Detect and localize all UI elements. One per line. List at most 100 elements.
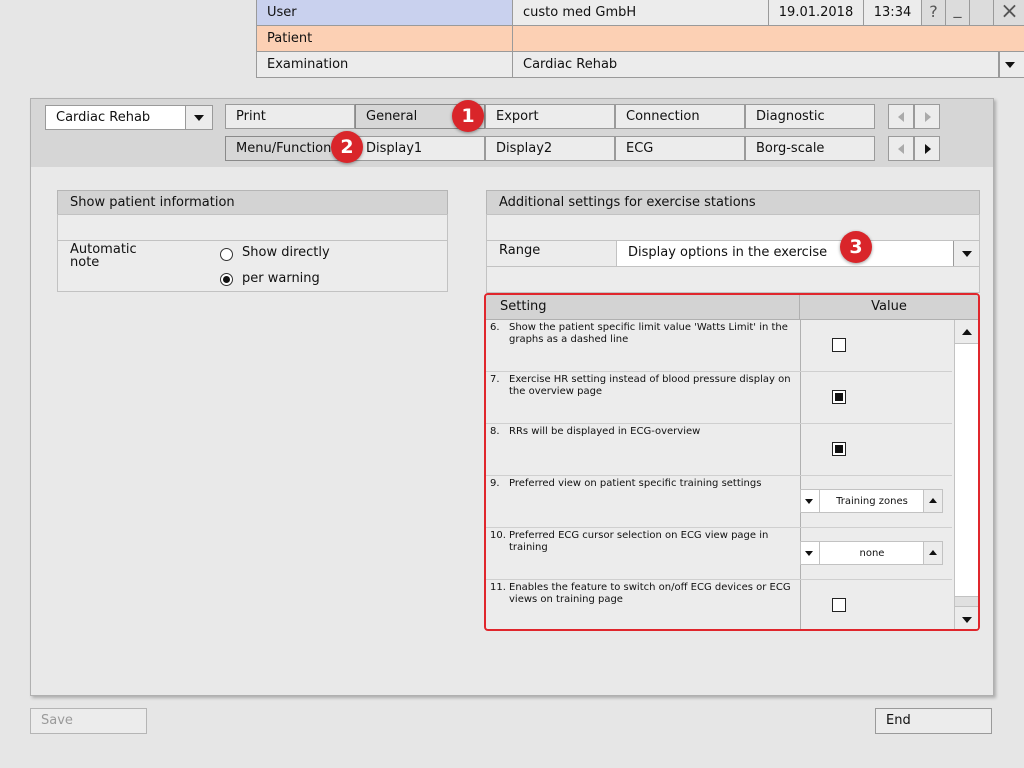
chevron-down-icon [805, 499, 813, 504]
ecg-cursor-down-button[interactable] [800, 541, 820, 565]
table-scrollbar[interactable] [954, 320, 978, 629]
settings-rows: 6. Show the patient specific limit value… [486, 320, 952, 629]
end-button[interactable]: End [875, 708, 992, 734]
row-number: 6. [490, 322, 500, 333]
tabs-row2-next-button[interactable] [914, 136, 940, 161]
exercise-spacer [486, 214, 980, 241]
minimize-button[interactable]: _ [945, 0, 969, 26]
row-text: Show the patient specific limit value 'W… [509, 322, 788, 345]
tabs-row2-prev-button[interactable] [888, 136, 914, 161]
training-view-value[interactable]: Training zones [820, 489, 924, 513]
chevron-up-icon [929, 550, 937, 555]
patient-info-spacer [57, 214, 448, 241]
value-cell [800, 424, 952, 475]
blank-header-button[interactable] [969, 0, 993, 26]
tab-export[interactable]: Export [485, 104, 615, 129]
settings-table: Setting Value 6. Show the patient specif… [484, 293, 980, 631]
setting-column-header: Setting [486, 295, 800, 320]
callout-badge-3: 3 [840, 231, 872, 263]
close-button[interactable]: × [993, 0, 1024, 26]
range-label: Range [499, 243, 541, 258]
range-spacer [486, 266, 980, 293]
arrow-right-icon [925, 112, 931, 122]
tab-connection[interactable]: Connection [615, 104, 745, 129]
tabs-row1-prev-button[interactable] [888, 104, 914, 129]
patient-label: Patient [257, 26, 513, 52]
table-row: 10. Preferred ECG cursor selection on EC… [486, 528, 952, 580]
callout-badge-1: 1 [452, 100, 484, 132]
radio-per-warning[interactable] [220, 273, 233, 286]
checkbox-ecg-switch[interactable] [832, 598, 846, 612]
value-cell [800, 372, 952, 423]
row-number: 10. [490, 530, 506, 541]
header-date: 19.01.2018 [769, 0, 864, 26]
radio-show-directly[interactable] [220, 248, 233, 261]
value-column-header: Value [800, 295, 978, 320]
row-text: RRs will be displayed in ECG-overview [509, 426, 701, 437]
tab-display2[interactable]: Display2 [485, 136, 615, 161]
save-button[interactable]: Save [30, 708, 147, 734]
table-row: 7. Exercise HR setting instead of blood … [486, 372, 952, 424]
row-text: Preferred ECG cursor selection on ECG vi… [509, 530, 769, 553]
row-text: Preferred view on patient specific train… [509, 478, 762, 489]
module-dropdown-button[interactable] [185, 105, 213, 130]
row-number: 9. [490, 478, 500, 489]
chevron-down-icon [1005, 62, 1015, 68]
value-cell [800, 580, 952, 629]
help-button[interactable]: ? [921, 0, 945, 26]
scroll-thumb[interactable] [955, 596, 978, 606]
tab-borg-scale[interactable]: Borg-scale [745, 136, 875, 161]
row-number: 7. [490, 374, 500, 385]
row-number: 8. [490, 426, 500, 437]
arrow-right-icon [925, 144, 931, 154]
patient-info-title: Show patient information [57, 190, 448, 215]
chevron-up-icon [929, 498, 937, 503]
row-text: Enables the feature to switch on/off ECG… [509, 582, 791, 605]
show-directly-label: Show directly [242, 245, 330, 260]
chevron-down-icon [962, 617, 972, 623]
patient-info-body: Automatic note Show directly per warning [57, 240, 448, 292]
scroll-down-button[interactable] [955, 606, 978, 629]
arrow-left-icon [898, 112, 904, 122]
table-row: 11. Enables the feature to switch on/off… [486, 580, 952, 629]
main-panel: Cardiac Rehab Print General Export Conne… [30, 98, 994, 696]
patient-value [513, 26, 1024, 52]
chevron-down-icon [194, 115, 204, 121]
training-view-up-button[interactable] [923, 489, 943, 513]
row-text: Exercise HR setting instead of blood pre… [509, 374, 791, 397]
tab-diagnostic[interactable]: Diagnostic [745, 104, 875, 129]
examination-label: Examination [257, 52, 513, 78]
checkbox-watts-limit[interactable] [832, 338, 846, 352]
scroll-up-button[interactable] [955, 320, 978, 344]
exercise-settings-title: Additional settings for exercise station… [486, 190, 980, 215]
chevron-down-icon [962, 251, 972, 257]
examination-dropdown-button[interactable] [999, 52, 1024, 78]
tabs-row1-next-button[interactable] [914, 104, 940, 129]
header-time: 13:34 [864, 0, 921, 26]
tab-print[interactable]: Print [225, 104, 355, 129]
table-row: 9. Preferred view on patient specific tr… [486, 476, 952, 528]
checkbox-exercise-hr[interactable] [832, 390, 846, 404]
value-cell [800, 320, 952, 371]
checkbox-rrs-overview[interactable] [832, 442, 846, 456]
arrow-left-icon [898, 144, 904, 154]
user-label: User [257, 0, 513, 26]
range-select[interactable]: Display options in the exercise [616, 241, 954, 266]
table-row: 8. RRs will be displayed in ECG-overview [486, 424, 952, 476]
table-row: 6. Show the patient specific limit value… [486, 320, 952, 372]
chevron-down-icon [805, 551, 813, 556]
range-dropdown-button[interactable] [953, 241, 979, 266]
tab-ecg[interactable]: ECG [615, 136, 745, 161]
per-warning-label: per warning [242, 271, 320, 286]
row-number: 11. [490, 582, 506, 593]
training-view-down-button[interactable] [800, 489, 820, 513]
ecg-cursor-value[interactable]: none [820, 541, 924, 565]
user-value: custo med GmbH [513, 0, 769, 26]
header-bar: User custo med GmbH 19.01.2018 13:34 ? _… [256, 0, 1024, 78]
automatic-note-label: Automatic note [70, 242, 137, 270]
callout-badge-2: 2 [331, 131, 363, 163]
examination-select[interactable]: Cardiac Rehab [513, 52, 999, 78]
chevron-up-icon [962, 329, 972, 335]
tab-display1[interactable]: Display1 [355, 136, 485, 161]
ecg-cursor-up-button[interactable] [923, 541, 943, 565]
